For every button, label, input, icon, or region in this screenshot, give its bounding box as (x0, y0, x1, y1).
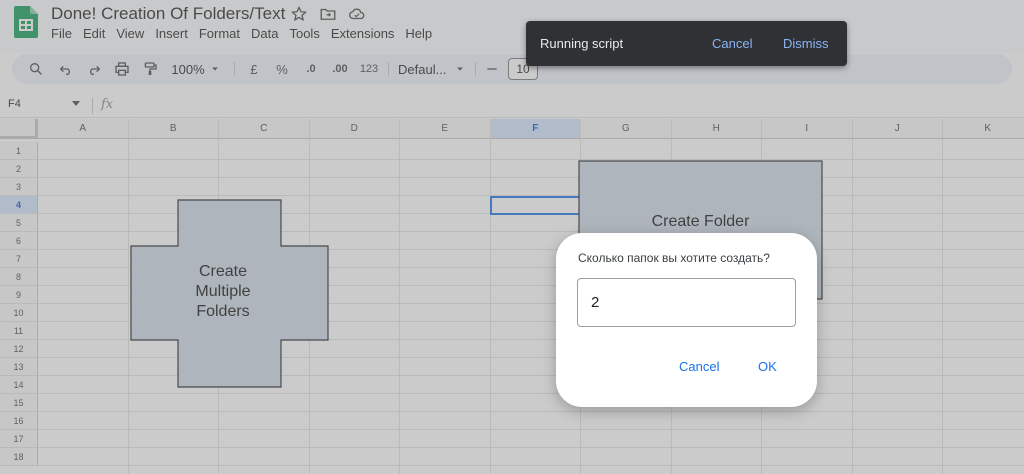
snackbar-cancel-button[interactable]: Cancel (712, 36, 752, 51)
snackbar-text: Running script (540, 36, 624, 51)
modal-overlay (0, 0, 1024, 474)
snackbar-dismiss-button[interactable]: Dismiss (783, 36, 829, 51)
dialog-ok-button[interactable]: OK (758, 359, 777, 374)
dialog-prompt: Сколько папок вы хотите создать? (578, 251, 770, 265)
prompt-dialog: Сколько папок вы хотите создать? 2 Cance… (556, 233, 817, 407)
folder-count-input[interactable]: 2 (577, 278, 796, 327)
sheets-app: Done! Creation Of Folders/Text File Edit… (0, 0, 1024, 474)
dialog-cancel-button[interactable]: Cancel (679, 359, 719, 374)
running-script-snackbar: Running script Cancel Dismiss (526, 21, 847, 66)
